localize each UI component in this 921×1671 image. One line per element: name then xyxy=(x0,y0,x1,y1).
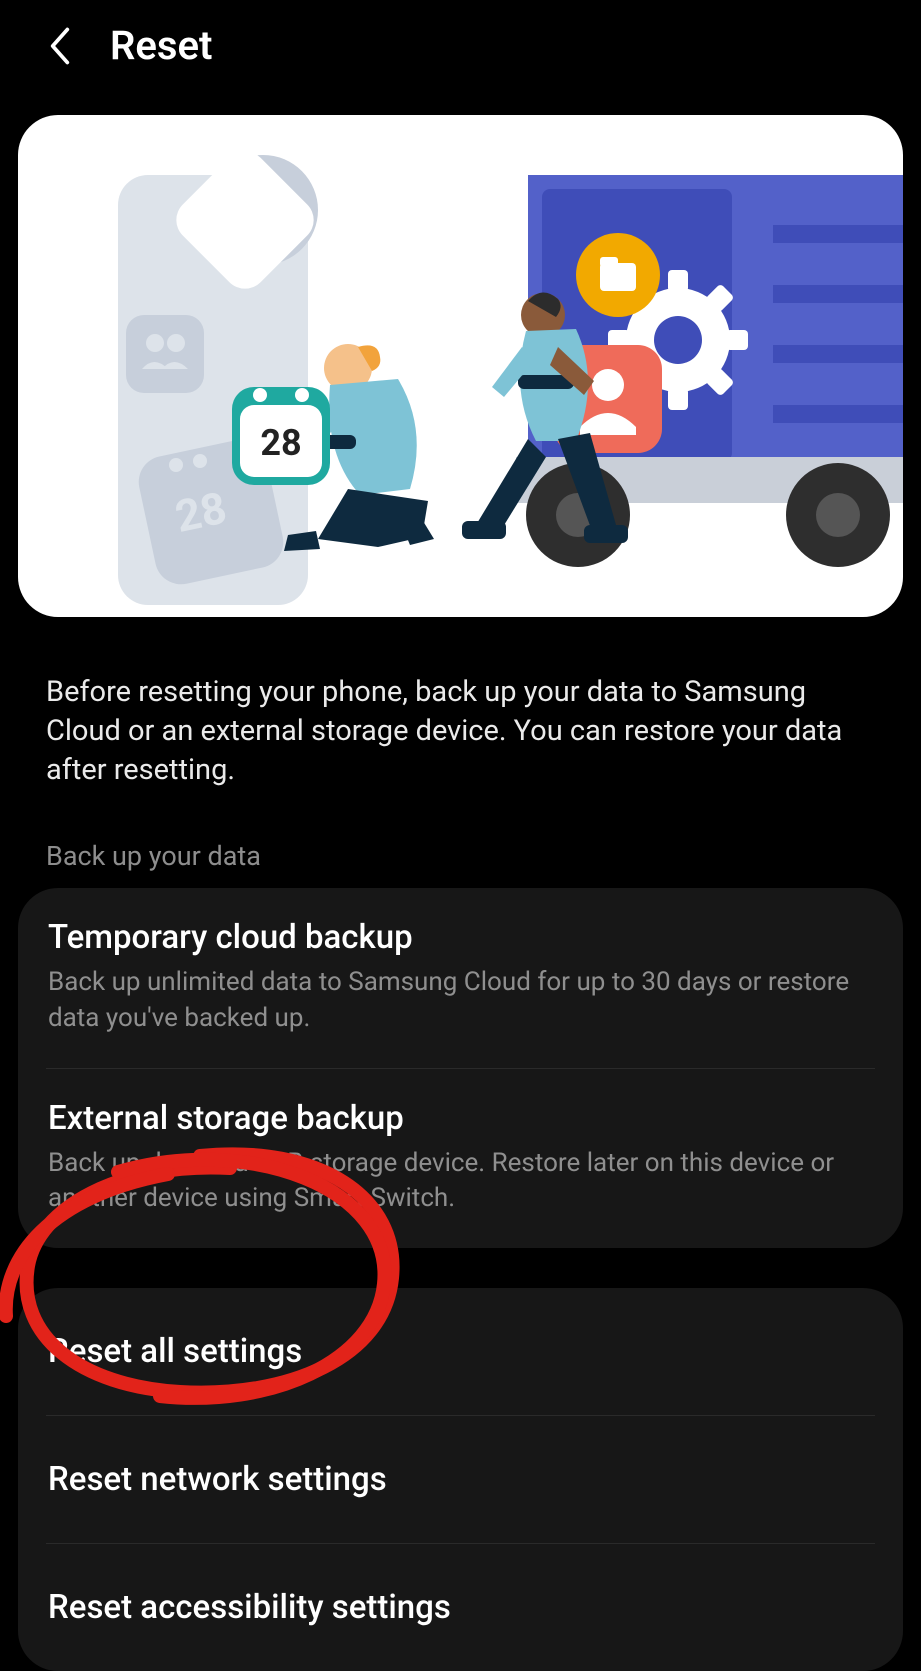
reset-all-settings-row[interactable]: Reset all settings xyxy=(18,1288,903,1415)
external-storage-backup-row[interactable]: External storage backup Back up data to … xyxy=(46,1068,875,1248)
temporary-cloud-backup-row[interactable]: Temporary cloud backup Back up unlimited… xyxy=(18,888,903,1067)
hero-illustration: 28 28 xyxy=(18,115,903,617)
row-title: Reset network settings xyxy=(48,1460,387,1499)
row-title: Reset accessibility settings xyxy=(48,1588,451,1627)
row-title: External storage backup xyxy=(48,1099,873,1138)
illustration-phone-calendar: 28 xyxy=(171,482,231,543)
backup-card: Temporary cloud backup Back up unlimited… xyxy=(18,888,903,1247)
reset-card: Reset all settings Reset network setting… xyxy=(18,1288,903,1671)
intro-text: Before resetting your phone, back up you… xyxy=(0,617,921,790)
backup-section-label: Back up your data xyxy=(0,790,921,888)
illustration-calendar: 28 xyxy=(260,422,301,464)
row-title: Temporary cloud backup xyxy=(48,918,873,957)
reset-accessibility-settings-row[interactable]: Reset accessibility settings xyxy=(46,1543,875,1671)
page-title: Reset xyxy=(110,22,212,69)
reset-network-settings-row[interactable]: Reset network settings xyxy=(46,1415,875,1543)
header: Reset xyxy=(0,0,921,89)
row-subtitle: Back up data to a USB storage device. Re… xyxy=(48,1146,873,1216)
back-icon[interactable] xyxy=(40,26,80,66)
row-title: Reset all settings xyxy=(48,1332,302,1371)
row-subtitle: Back up unlimited data to Samsung Cloud … xyxy=(48,965,873,1035)
